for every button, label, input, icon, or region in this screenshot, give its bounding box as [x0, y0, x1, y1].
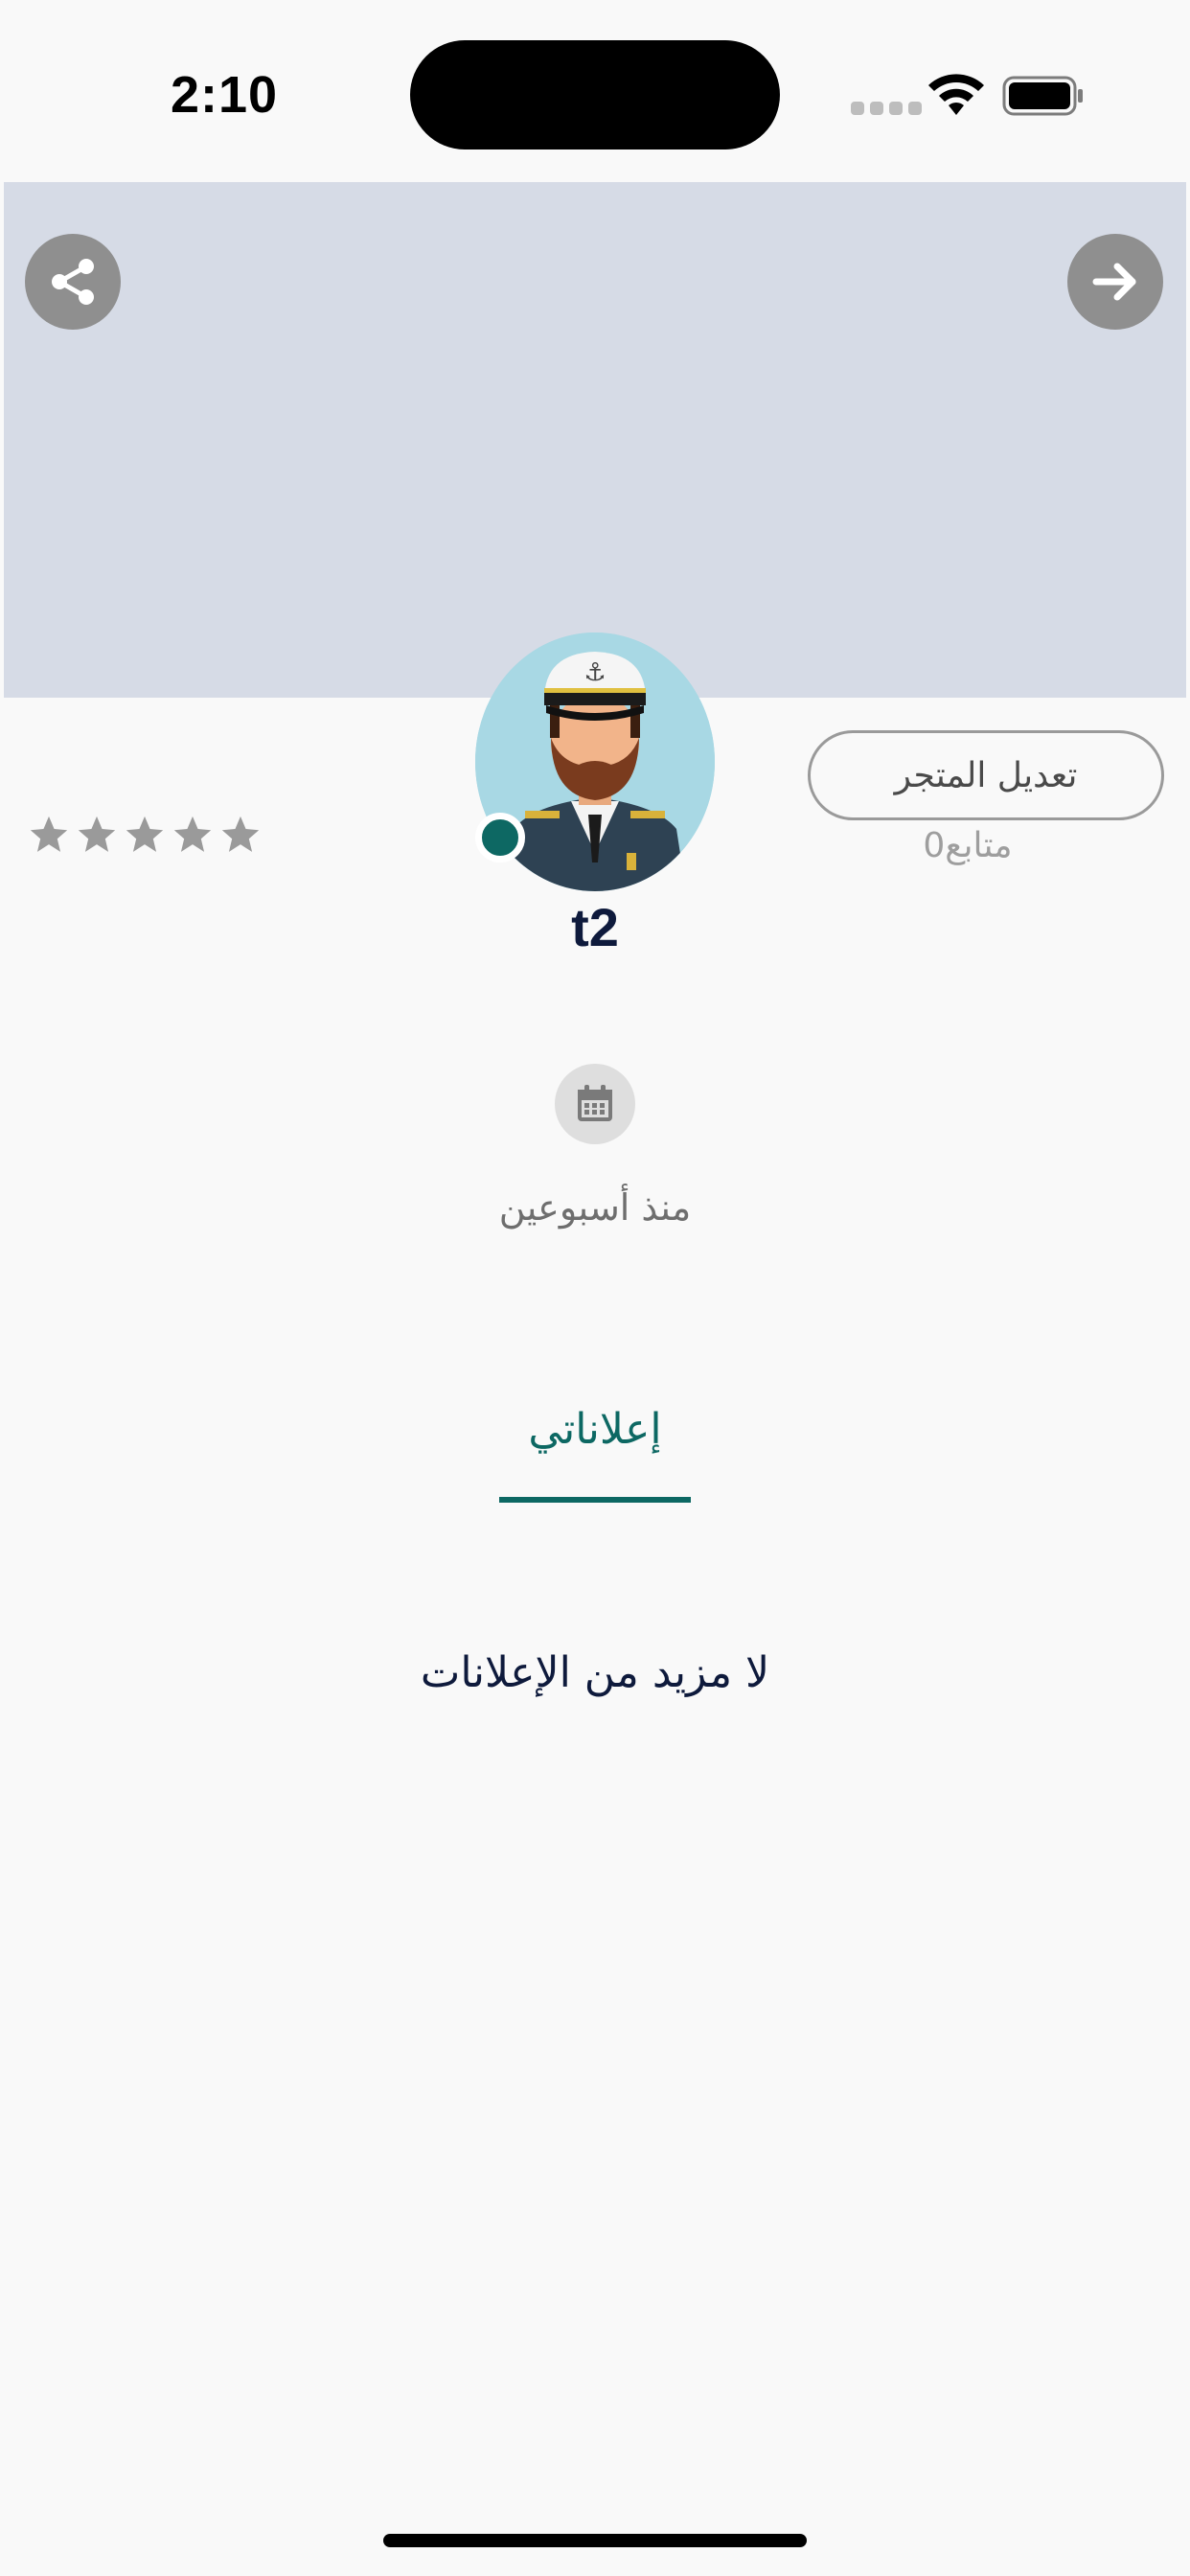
store-username: t2 — [571, 897, 619, 957]
back-button[interactable] — [1067, 234, 1163, 330]
calendar-icon — [578, 1085, 612, 1121]
share-button[interactable] — [25, 234, 121, 330]
signal-icon — [851, 102, 922, 115]
tab-my-ads[interactable]: إعلاناتي — [499, 1401, 691, 1503]
followers-count[interactable]: متابع0 — [862, 826, 1073, 865]
star-icon — [30, 816, 68, 852]
star-icon — [173, 816, 212, 852]
store-cover — [4, 182, 1186, 698]
tab-my-ads-label: إعلاناتي — [528, 1405, 662, 1454]
svg-text:⚓: ⚓ — [584, 658, 606, 687]
no-more-ads-message: لا مزيد من الإعلانات — [420, 1648, 770, 1697]
star-icon — [126, 816, 164, 852]
star-icon — [78, 816, 116, 852]
tab-active-underline — [499, 1497, 691, 1503]
joined-since-text: منذ أسبوعين — [498, 1186, 692, 1229]
online-status-indicator — [475, 813, 525, 862]
dynamic-island — [410, 40, 780, 150]
status-time: 2:10 — [171, 66, 279, 124]
arrow-right-icon — [1092, 263, 1136, 301]
calendar-badge — [555, 1064, 635, 1144]
share-icon — [52, 259, 94, 305]
wifi-icon — [928, 74, 984, 115]
edit-store-button[interactable]: تعديل المتجر — [808, 730, 1164, 820]
rating-stars — [27, 813, 263, 857]
battery-icon — [1002, 76, 1083, 116]
store-profile-screen: 2:10 تعديل المتجر متابع0 ⚓ t2 منذ أسبوعي… — [0, 0, 1190, 2576]
star-icon — [221, 816, 260, 852]
home-indicator[interactable] — [383, 2534, 807, 2547]
